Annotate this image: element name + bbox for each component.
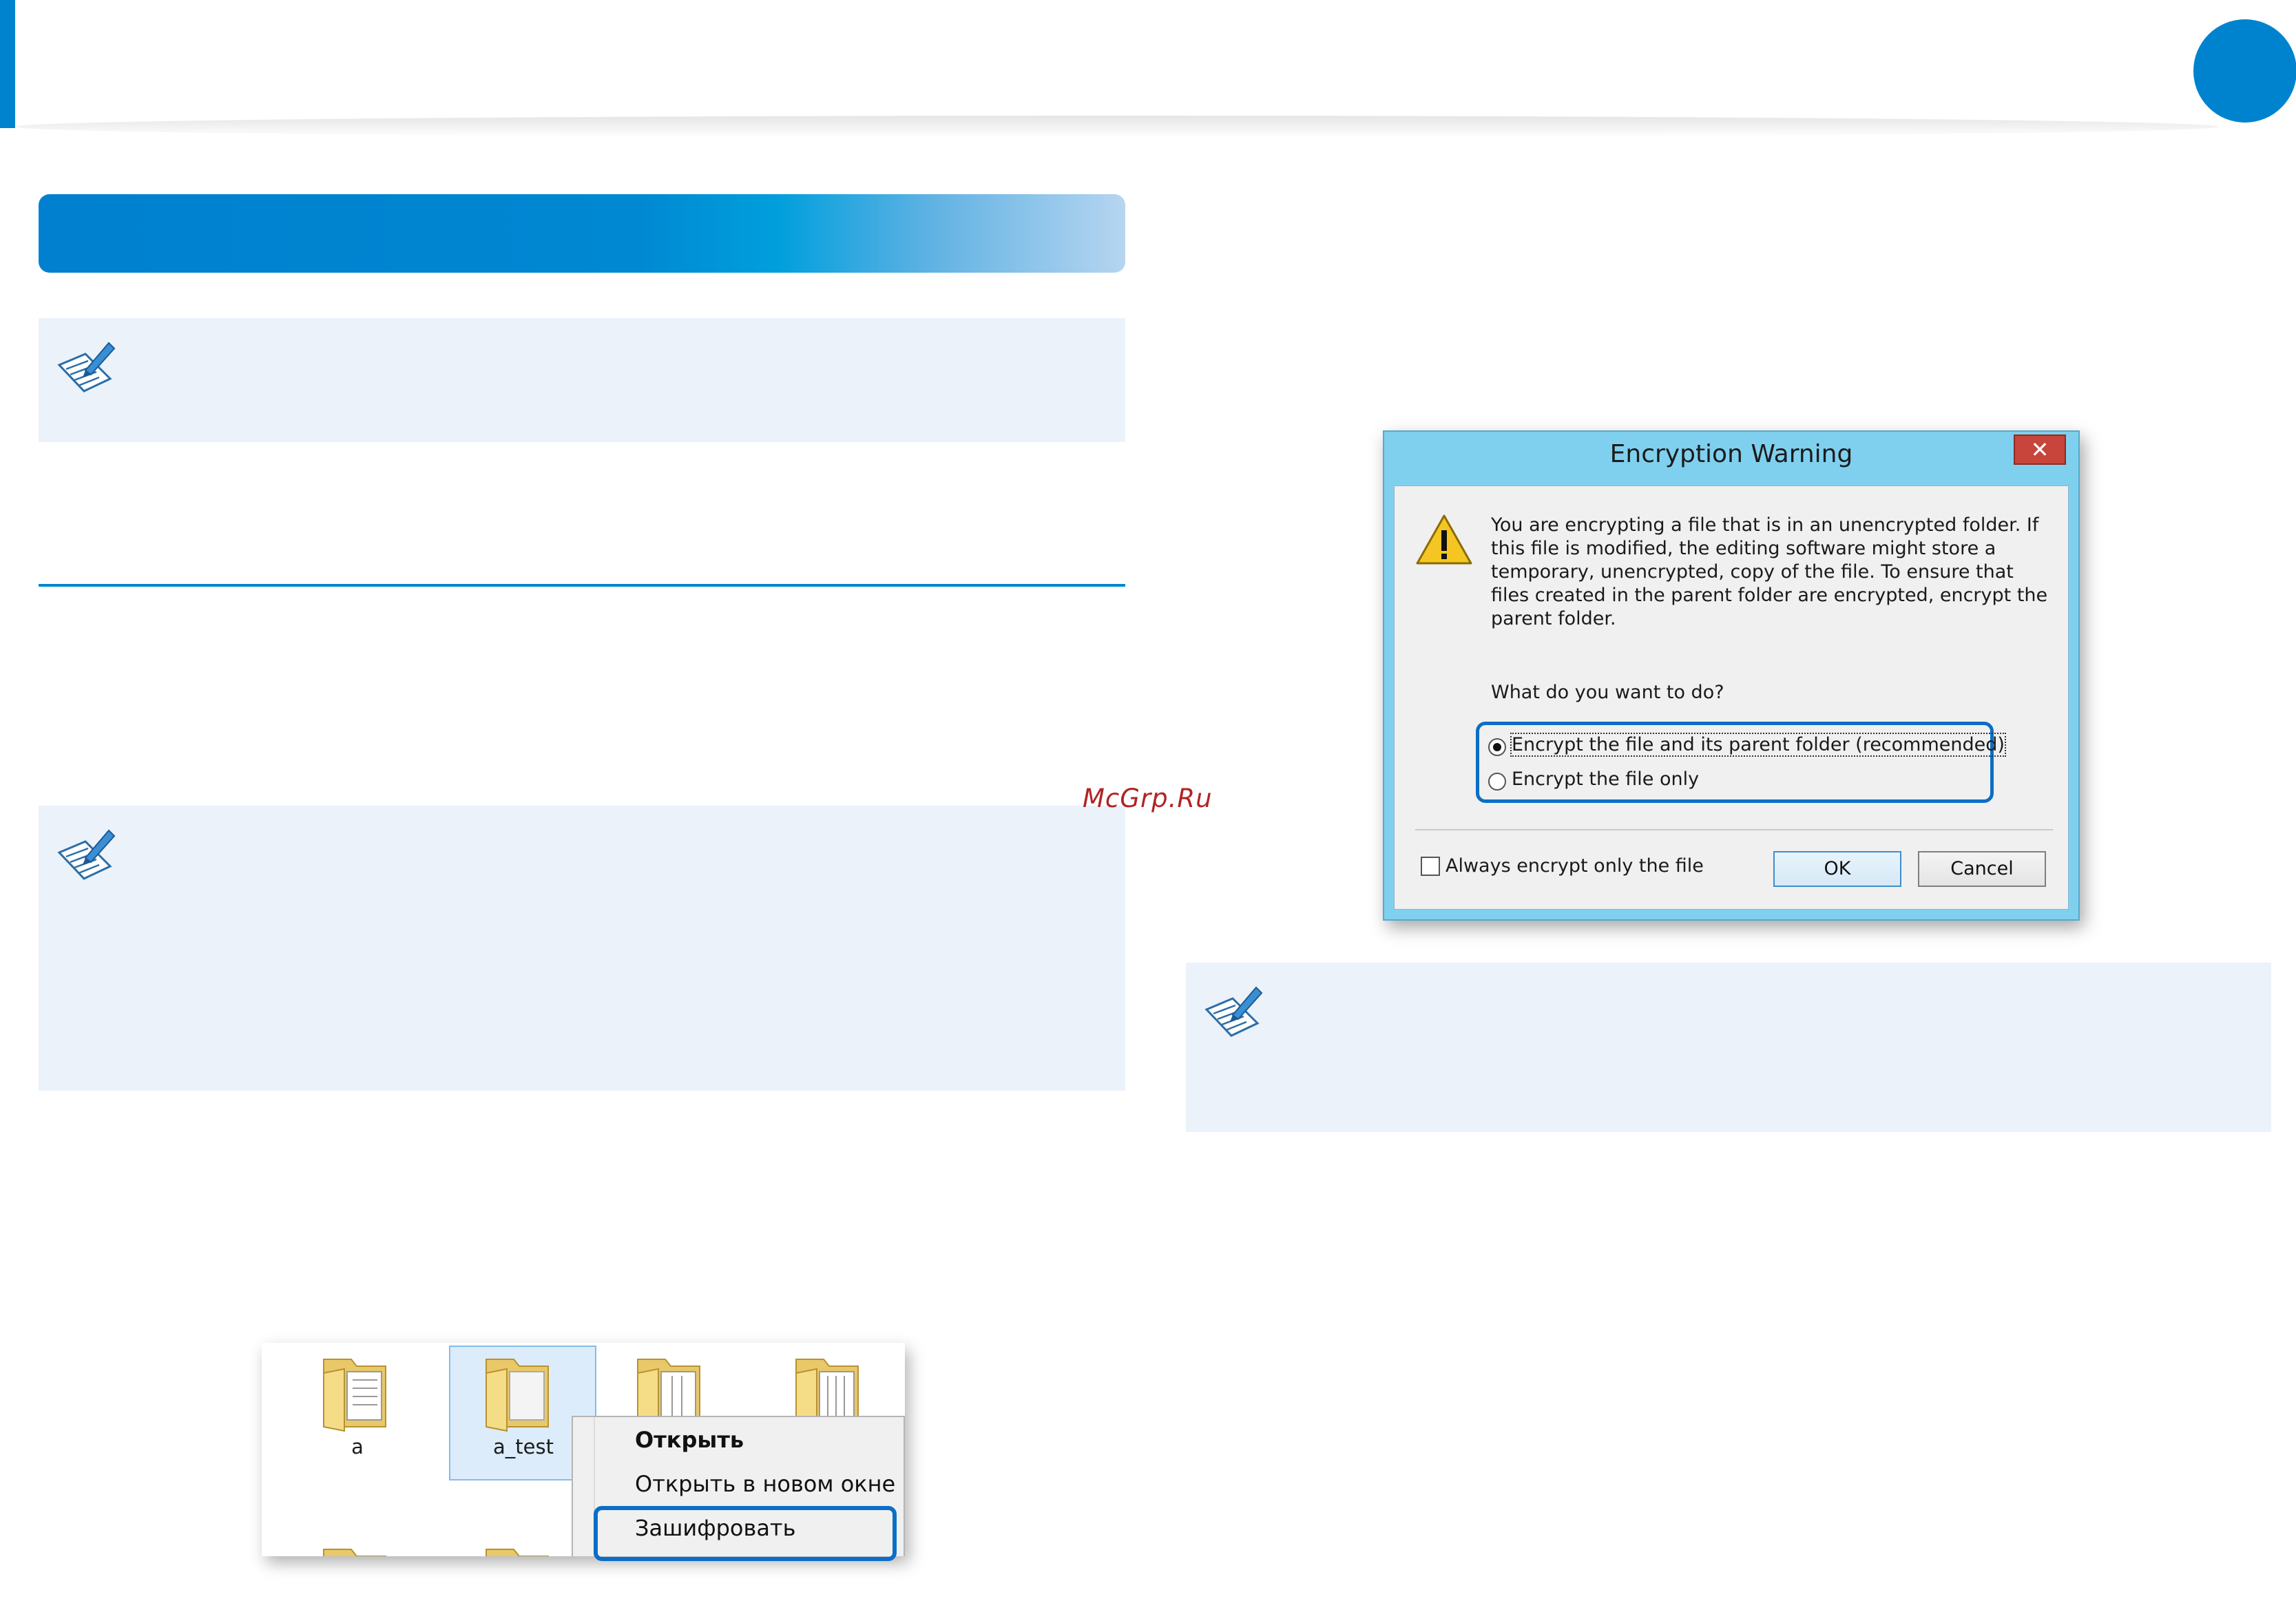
note-pen-icon [1204,986,1263,1037]
context-menu-item-open-new-window[interactable]: Открыть в новом окне [635,1471,895,1497]
ok-button[interactable]: OK [1773,851,1901,887]
section-title-banner [39,194,1125,273]
always-encrypt-label[interactable]: Always encrypt only the file [1446,855,1704,877]
context-menu-item-open[interactable]: Открыть [635,1427,744,1453]
encrypt-highlight-frame [594,1506,897,1561]
dialog-body: You are encrypting a file that is in an … [1394,485,2069,910]
dialog-message: You are encrypting a file that is in an … [1491,514,2048,629]
radio-button[interactable] [1488,773,1506,791]
note-pen-icon [57,829,116,880]
note-box [1186,963,2271,1132]
note-box [39,318,1125,442]
dialog-title: Encryption Warning [1609,440,1853,468]
section-divider [39,584,1125,587]
close-button[interactable]: ✕ [2014,435,2066,465]
encryption-warning-dialog: Encryption Warning ✕ You are encrypting … [1383,430,2080,921]
folder-label: a [351,1435,364,1458]
always-encrypt-checkbox[interactable] [1421,857,1440,876]
watermark-text: McGrp.Ru [1083,784,1213,813]
option-label[interactable]: Encrypt the file and its parent folder (… [1510,733,2006,757]
cancel-button[interactable]: Cancel [1918,851,2046,887]
dialog-separator [1415,829,2053,830]
page-indicator-dot [2193,19,2296,123]
left-accent-bar [0,0,15,128]
folder-icon[interactable] [320,1542,395,1556]
folder-icon[interactable] [482,1542,558,1556]
folder-label: a_test [493,1435,554,1458]
close-icon: ✕ [2030,437,2049,463]
folder-icon[interactable] [320,1352,395,1435]
radio-button-checked[interactable] [1488,738,1506,756]
note-pen-icon [57,342,116,393]
warning-triangle-icon [1416,514,1472,565]
dialog-question: What do you want to do? [1491,682,1724,703]
note-box [39,806,1125,1091]
header-shadow [15,116,2219,138]
option-label[interactable]: Encrypt the file only [1512,768,1699,790]
folder-icon[interactable] [482,1352,558,1435]
